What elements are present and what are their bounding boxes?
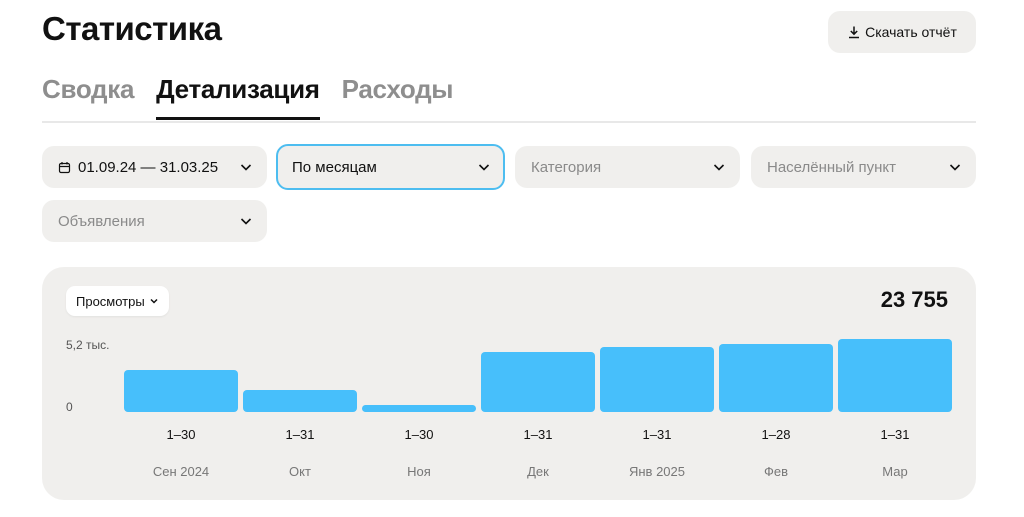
grouping-value: По месяцам	[292, 158, 377, 176]
date-range-label: 1–31	[285, 427, 315, 442]
category-placeholder: Категория	[531, 158, 602, 176]
date-range-label: 1–28	[761, 427, 791, 442]
month-label: Ноя	[407, 464, 431, 479]
chevron-down-icon	[240, 164, 252, 171]
page-title: Статистика	[42, 10, 222, 47]
tab-expenses[interactable]: Расходы	[342, 74, 454, 120]
date-range-label: 1–31	[880, 427, 910, 442]
city-placeholder: Населённый пункт	[767, 158, 897, 176]
y-tick-top: 5,2 тыс.	[66, 338, 110, 352]
category-select[interactable]: Категория	[515, 146, 740, 188]
date-range-label: 1–31	[642, 427, 672, 442]
chart-bar[interactable]	[719, 343, 833, 412]
month-label: Окт	[289, 464, 311, 479]
chart-bar[interactable]	[600, 347, 714, 412]
date-range-label: 1–30	[166, 427, 196, 442]
metric-select[interactable]: Просмотры	[66, 286, 169, 316]
date-range-label: 1–31	[523, 427, 553, 442]
city-select[interactable]: Населённый пункт	[751, 146, 976, 188]
chart-bar[interactable]	[243, 390, 357, 412]
grouping-select[interactable]: По месяцам	[276, 144, 505, 190]
month-label: Фев	[763, 464, 789, 479]
chart-bar[interactable]	[481, 352, 595, 412]
ads-select[interactable]: Объявления	[42, 200, 267, 242]
chevron-down-icon	[150, 298, 158, 304]
month-label: Мар	[882, 464, 908, 479]
calendar-icon	[58, 161, 71, 173]
metric-label: Просмотры	[76, 293, 145, 309]
month-label: Янв 2025	[628, 464, 685, 479]
total-value: 23 755	[880, 287, 948, 312]
month-label: Сен 2024	[152, 464, 210, 479]
tab-summary[interactable]: Сводка	[42, 74, 134, 120]
chart-bar[interactable]	[124, 370, 238, 412]
y-tick-zero: 0	[66, 400, 73, 414]
chevron-down-icon	[240, 218, 252, 225]
chart-card: Просмотры 23 755 5,2 тыс. 0 1–30 Сен 2024…	[42, 267, 976, 500]
chevron-down-icon	[949, 164, 961, 171]
download-report-label: Скачать отчёт	[865, 24, 957, 40]
tabs: Сводка Детализация Расходы	[42, 74, 454, 120]
ads-placeholder: Объявления	[58, 212, 145, 230]
download-icon	[849, 26, 860, 39]
tabs-divider	[42, 121, 976, 123]
chevron-down-icon	[478, 164, 490, 171]
date-range-select[interactable]: 01.09.24 — 31.03.25	[42, 146, 267, 188]
tab-details[interactable]: Детализация	[156, 74, 320, 120]
chart-bar[interactable]	[362, 405, 476, 412]
chevron-down-icon	[713, 164, 725, 171]
month-label: Дек	[527, 464, 549, 479]
download-report-button[interactable]: Скачать отчёт	[828, 11, 976, 53]
date-range-value: 01.09.24 — 31.03.25	[78, 158, 219, 176]
date-range-label: 1–30	[404, 427, 434, 442]
chart-bar[interactable]	[838, 339, 952, 412]
